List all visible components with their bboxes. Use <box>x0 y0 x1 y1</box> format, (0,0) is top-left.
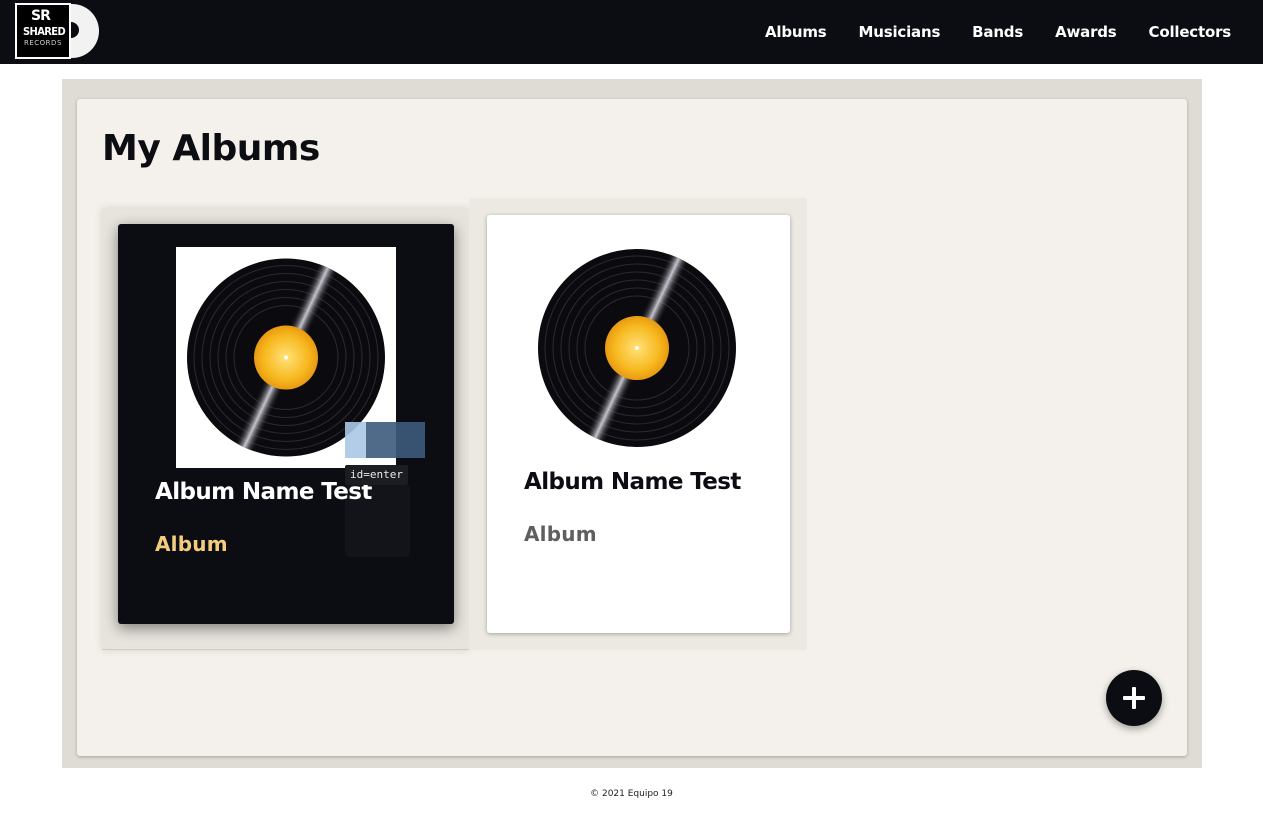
logo-records-text: RECORDS <box>24 39 62 47</box>
shared-records-logo[interactable]: SR SHARED RECORDS <box>15 3 99 59</box>
album-type: Album <box>524 522 597 546</box>
logo-shared-text: SHARED <box>23 25 66 38</box>
nav-musicians[interactable]: Musicians <box>859 23 941 41</box>
logo-sr-text: SR <box>31 8 51 24</box>
nav-albums[interactable]: Albums <box>765 23 827 41</box>
inspector-highlight <box>345 422 425 458</box>
page-title: My Albums <box>102 128 320 169</box>
album-name: Album Name Test <box>524 469 741 495</box>
nav-bands[interactable]: Bands <box>972 23 1023 41</box>
nav-awards[interactable]: Awards <box>1055 23 1117 41</box>
vinyl-record-icon <box>538 249 736 447</box>
album-cover-image[interactable] <box>524 236 750 462</box>
album-type: Album <box>155 532 228 556</box>
add-album-button[interactable] <box>1106 670 1162 726</box>
main-nav: Albums Musicians Bands Awards Collectors <box>733 0 1231 64</box>
hover-ghost-region <box>345 485 410 557</box>
logo-square: SR SHARED RECORDS <box>15 3 71 59</box>
album-name: Album Name Test <box>155 479 372 505</box>
footer-copyright: © 2021 Equipo 19 <box>590 789 673 799</box>
navbar: SR SHARED RECORDS Albums Musicians Bands… <box>0 0 1263 64</box>
inspector-tag: id=enter <box>345 465 408 485</box>
nav-collectors[interactable]: Collectors <box>1149 23 1232 41</box>
